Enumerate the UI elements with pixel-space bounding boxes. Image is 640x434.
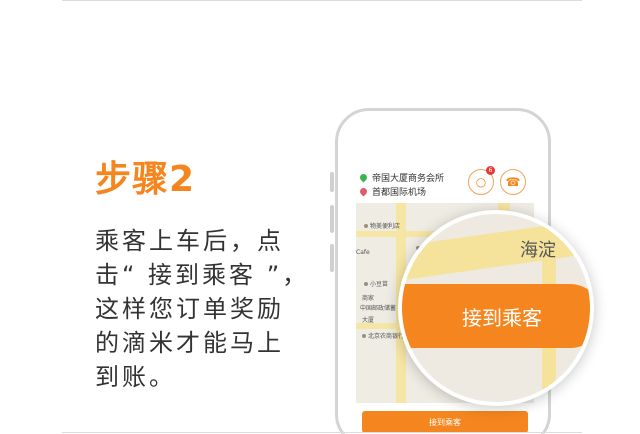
chat-bubble-icon: ○: [475, 175, 487, 189]
map-label: 中国邮政储蓄: [360, 305, 397, 312]
phone-icon: ☎: [505, 175, 521, 189]
map-label: Cafe: [356, 249, 370, 256]
map-label: 商家: [362, 295, 375, 302]
pickup-row: 帝国大厦商务会所: [358, 171, 445, 184]
pickup-address: 帝国大厦商务会所: [372, 174, 445, 184]
step-title: 步骤2: [95, 159, 196, 200]
desc-line: 的滴米才能马上: [95, 329, 284, 357]
chat-badge: 6: [486, 166, 495, 175]
desc-line: 这样您订单奖励: [95, 295, 284, 323]
destination-pin-icon: [358, 186, 369, 197]
pickup-pin-icon: [358, 172, 369, 183]
top-divider: [62, 0, 582, 1]
magnifier-map-label: 海淀: [520, 240, 556, 261]
phone-mute-switch: [330, 172, 334, 192]
map-label: 大厦: [362, 317, 375, 324]
bottom-divider: [62, 432, 582, 433]
pickup-passenger-button-zoomed[interactable]: 接到乘客: [402, 284, 590, 348]
desc-line: 到账。: [95, 363, 176, 391]
map-label: 北京农商银行: [362, 331, 404, 340]
map-label: 小豆苗: [364, 279, 388, 288]
call-button[interactable]: ☎: [500, 169, 526, 195]
map-label: 物美便利店: [364, 221, 400, 230]
desc-line: 乘客上车后，点: [95, 227, 284, 255]
phone-volume-up: [330, 205, 334, 233]
destination-address: 首都国际机场: [372, 188, 427, 198]
desc-line: 击“ 接到乘客 ”，: [95, 261, 310, 289]
chat-button[interactable]: ○ 6: [468, 166, 495, 195]
destination-row: 首都国际机场: [358, 185, 427, 198]
phone-volume-down: [330, 244, 334, 272]
magnifier-zoom: 海淀 接到乘客: [398, 210, 594, 406]
pickup-passenger-button[interactable]: 接到乘客: [362, 411, 528, 433]
step-description: 乘客上车后，点 击“ 接到乘客 ”， 这样您订单奖励 的滴米才能马上 到账。: [95, 224, 310, 394]
